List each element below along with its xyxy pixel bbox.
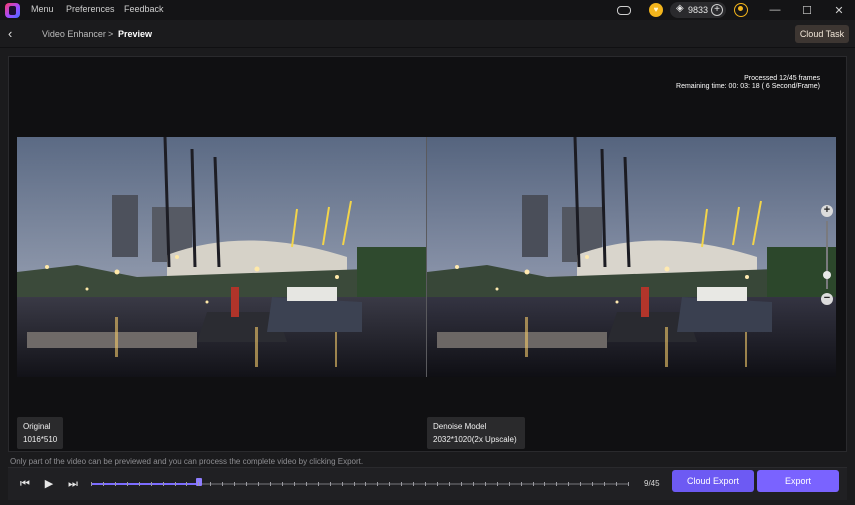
processed-frames: Processed 12/45 frames bbox=[744, 75, 820, 82]
credits-value: 9833 bbox=[688, 5, 709, 15]
timeline-tick bbox=[139, 482, 140, 486]
timeline-tick bbox=[473, 482, 474, 486]
timeline-tick bbox=[306, 482, 307, 486]
breadcrumb-video-enhancer[interactable]: Video Enhancer bbox=[42, 29, 106, 39]
menu-item-feedback[interactable]: Feedback bbox=[124, 4, 164, 14]
original-image[interactable] bbox=[17, 137, 426, 377]
timeline-tick bbox=[461, 482, 462, 486]
remaining-time: Remaining time: 00: 03: 18 ( 6 Second/Fr… bbox=[676, 83, 820, 90]
zoom-in-icon[interactable]: + bbox=[821, 205, 833, 217]
timeline-tick bbox=[377, 482, 378, 486]
model-title: Denoise Model bbox=[433, 422, 487, 431]
export-button[interactable]: Export bbox=[757, 470, 839, 492]
timeline-tick bbox=[449, 482, 450, 486]
timeline-tick bbox=[91, 482, 92, 486]
timeline-tick bbox=[318, 482, 319, 486]
timeline-tick bbox=[568, 482, 569, 486]
previous-frame-icon[interactable]: ⏮ bbox=[17, 476, 33, 492]
frame-timeline[interactable] bbox=[91, 478, 629, 488]
next-frame-icon[interactable]: ⏭ bbox=[65, 476, 81, 492]
gamepad-icon[interactable] bbox=[616, 2, 632, 18]
timeline-tick bbox=[210, 482, 211, 486]
timeline-tick bbox=[222, 482, 223, 486]
timeline-tick bbox=[389, 482, 390, 486]
timeline-tick bbox=[521, 482, 522, 486]
timeline-tick bbox=[151, 482, 152, 486]
cloud-task-button[interactable]: Cloud Task bbox=[795, 25, 849, 43]
zoom-handle[interactable] bbox=[823, 271, 831, 279]
timeline-tick bbox=[592, 482, 593, 486]
timeline-tick bbox=[437, 482, 438, 486]
preview-panel: Processed 12/45 frames Remaining time: 0… bbox=[8, 56, 847, 452]
playback-controls: ⏮ ▶ ⏭ 9/45 Cloud Export Export bbox=[8, 467, 847, 500]
coin-icon[interactable] bbox=[648, 2, 664, 18]
timeline-tick bbox=[497, 482, 498, 486]
timeline-tick bbox=[270, 482, 271, 486]
credits-pill[interactable]: ◈ 9833 + bbox=[670, 2, 726, 18]
maximize-button[interactable]: ☐ bbox=[794, 0, 820, 20]
zoom-out-icon[interactable]: − bbox=[821, 293, 833, 305]
timeline-tick bbox=[186, 482, 187, 486]
diamond-icon: ◈ bbox=[676, 3, 684, 14]
play-icon[interactable]: ▶ bbox=[41, 476, 57, 492]
timeline-tick bbox=[342, 482, 343, 486]
timeline-tick bbox=[115, 482, 116, 486]
breadcrumb-preview: Preview bbox=[118, 29, 153, 39]
close-button[interactable]: ✕ bbox=[826, 0, 852, 20]
timeline-tick bbox=[485, 482, 486, 486]
timeline-tick bbox=[401, 482, 402, 486]
timeline-tick bbox=[604, 482, 605, 486]
model-label: Denoise Model 2032*1020(2x Upscale) bbox=[427, 417, 525, 449]
progress-info: Processed 12/45 frames Remaining time: 0… bbox=[676, 75, 820, 91]
preview-notice: Only part of the video can be previewed … bbox=[10, 457, 364, 466]
minimize-button[interactable]: — bbox=[762, 0, 788, 20]
timeline-tick bbox=[103, 482, 104, 486]
timeline-handle[interactable] bbox=[196, 478, 202, 486]
timeline-tick bbox=[580, 482, 581, 486]
timeline-tick bbox=[258, 482, 259, 486]
enhanced-image[interactable] bbox=[427, 137, 836, 377]
original-title: Original bbox=[23, 422, 51, 431]
original-label: Original 1016*510 bbox=[17, 417, 63, 449]
nav-bar: ‹ Video Enhancer > Preview Cloud Task bbox=[0, 20, 855, 48]
menu-item-menu[interactable]: Menu bbox=[31, 4, 54, 14]
timeline-tick bbox=[198, 482, 199, 486]
timeline-tick bbox=[544, 482, 545, 486]
timeline-tick bbox=[616, 482, 617, 486]
timeline-tick bbox=[246, 482, 247, 486]
timeline-tick bbox=[330, 482, 331, 486]
menu-item-preferences[interactable]: Preferences bbox=[66, 4, 115, 14]
timeline-tick bbox=[533, 482, 534, 486]
add-credits-icon[interactable]: + bbox=[711, 4, 723, 16]
timeline-tick bbox=[365, 482, 366, 486]
timeline-tick bbox=[425, 482, 426, 486]
timeline-progress bbox=[91, 483, 199, 485]
back-arrow-icon[interactable]: ‹ bbox=[8, 26, 22, 42]
title-bar: Menu Preferences Feedback ◈ 9833 + — ☐ ✕ bbox=[0, 0, 855, 20]
harbor-scene-enhanced bbox=[427, 137, 836, 377]
original-resolution: 1016*510 bbox=[23, 435, 58, 444]
timeline-tick bbox=[628, 482, 629, 486]
timeline-tick bbox=[354, 482, 355, 486]
timeline-tick bbox=[556, 482, 557, 486]
timeline-tick bbox=[294, 482, 295, 486]
user-badge-icon[interactable] bbox=[733, 2, 749, 18]
timeline-tick bbox=[234, 482, 235, 486]
breadcrumb-separator: > bbox=[108, 29, 114, 39]
app-logo bbox=[5, 3, 20, 18]
timeline-tick bbox=[163, 482, 164, 486]
zoom-slider[interactable]: + − bbox=[820, 205, 834, 305]
timeline-tick bbox=[509, 482, 510, 486]
model-resolution: 2032*1020(2x Upscale) bbox=[433, 435, 517, 444]
timeline-tick bbox=[413, 482, 414, 486]
timeline-tick bbox=[127, 482, 128, 486]
harbor-scene-original bbox=[17, 137, 426, 377]
cloud-export-button[interactable]: Cloud Export bbox=[672, 470, 754, 492]
timeline-tick bbox=[175, 482, 176, 486]
timeline-tick bbox=[282, 482, 283, 486]
frame-counter: 9/45 bbox=[644, 479, 660, 488]
